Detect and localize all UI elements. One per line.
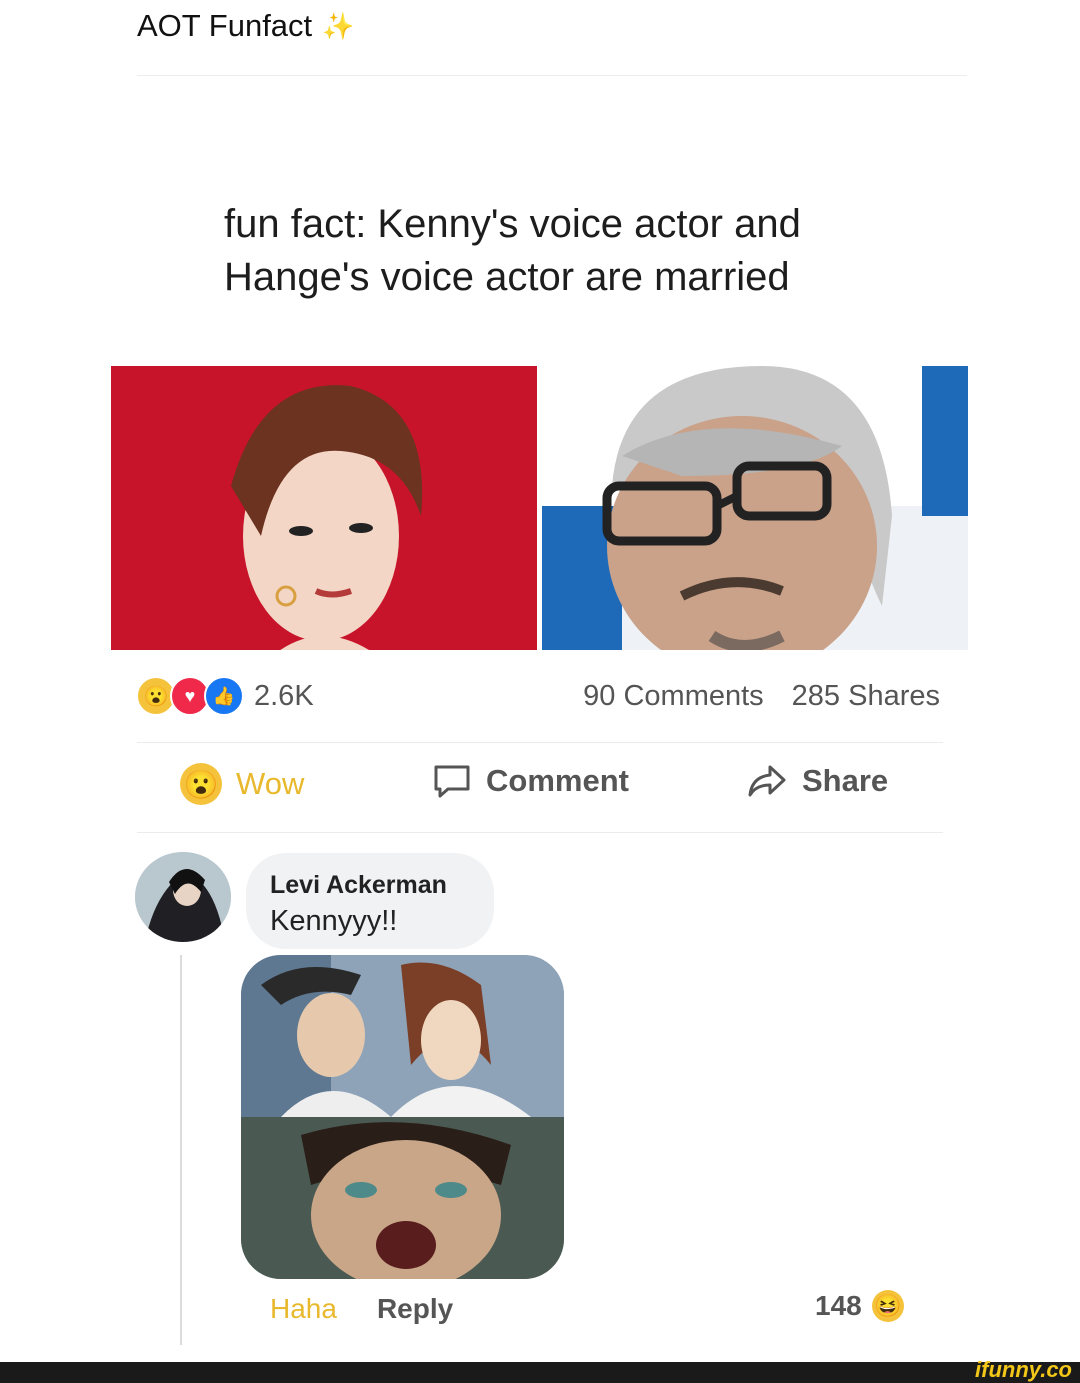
comment-reaction-number: 148 — [815, 1290, 862, 1321]
reply-button[interactable]: Reply — [377, 1293, 453, 1325]
share-button[interactable]: Share — [746, 763, 888, 799]
share-label: Share — [802, 763, 889, 798]
avatar[interactable] — [135, 852, 231, 942]
reaction-count: 2.6K — [254, 679, 314, 712]
wow-button[interactable]: 😮 Wow — [180, 763, 304, 805]
post-text: fun fact: Kenny's voice actor and Hange'… — [224, 198, 944, 304]
watermark-bar — [0, 1362, 1080, 1383]
action-bar: 😮 Wow Comment Share — [136, 745, 942, 833]
comment-text: Kennyyy!! — [270, 905, 398, 937]
action-bar-top-divider — [137, 742, 943, 743]
reaction-summary[interactable]: 😮 ♥ 👍 2.6K — [136, 676, 314, 716]
post-text-line-2: Hange's voice actor are married — [224, 255, 790, 299]
comment-icon — [434, 765, 470, 798]
comment-actions: Haha Reply — [270, 1293, 453, 1325]
comment-gif[interactable] — [241, 955, 564, 1279]
thread-line — [180, 955, 182, 1345]
reaction-icons: 😮 ♥ 👍 — [136, 676, 244, 716]
wow-label: Wow — [236, 766, 305, 801]
comments-count[interactable]: 90 Comments — [583, 680, 764, 713]
shares-count[interactable]: 285 Shares — [792, 680, 940, 713]
comment-label: Comment — [486, 763, 629, 798]
ifunny-watermark: ifunny.co — [975, 1357, 1072, 1382]
comment-author[interactable]: Levi Ackerman — [270, 871, 447, 900]
photo-hange-voice-actor[interactable] — [111, 366, 537, 650]
photo-kenny-voice-actor[interactable] — [542, 366, 968, 650]
header-title: AOT Funfact — [137, 8, 313, 43]
comment-reaction-count[interactable]: 148 😆 — [815, 1290, 904, 1322]
header-divider — [137, 75, 967, 76]
like-reaction-icon: 👍 — [204, 676, 244, 716]
post-text-line-1: fun fact: Kenny's voice actor and — [224, 202, 801, 246]
action-bar-bottom-divider — [137, 832, 943, 833]
comment-button[interactable]: Comment — [432, 763, 629, 799]
wow-icon: 😮 — [180, 763, 222, 805]
sparkles-icon: ✨ — [322, 10, 355, 41]
haha-reaction-icon: 😆 — [871, 1290, 904, 1322]
comment-bubble: Levi Ackerman Kennyyy!! — [246, 853, 494, 949]
share-icon — [748, 765, 786, 797]
engagement-counts: 90 Comments 285 Shares — [583, 680, 940, 713]
haha-button[interactable]: Haha — [270, 1293, 337, 1325]
post-header: AOT Funfact ✨ — [137, 8, 355, 44]
